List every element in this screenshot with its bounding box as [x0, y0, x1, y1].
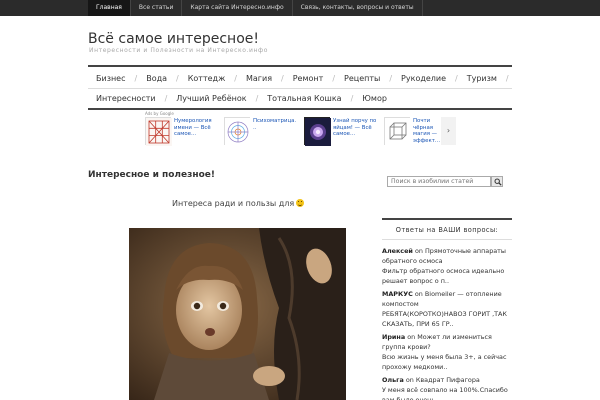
nav-item-magic[interactable]: Магия [237, 74, 281, 83]
comment-on-word: on [407, 333, 416, 341]
comment-item: Ирина on Может ли измениться группа кров… [382, 332, 514, 372]
site-title[interactable]: Всё самое интересное! [88, 31, 259, 47]
cube-icon [384, 117, 411, 146]
ad-black-magic-text[interactable]: Почти чёрная магия — эффект... [413, 118, 441, 144]
comment-on-word: on [414, 247, 423, 255]
comment-on-word: on [414, 290, 423, 298]
numerology-grid-icon [145, 117, 172, 146]
ads-by-google-label: Ads by Google [145, 111, 174, 116]
comment-author[interactable]: Ольга [382, 376, 404, 384]
nav-item-recipes[interactable]: Рецепты [335, 74, 389, 83]
comment-item: Алексей on Прямоточные аппараты обратног… [382, 246, 514, 286]
post-subtitle-text: Интереса ради и пользы для [172, 199, 295, 208]
topnav-all-articles-link[interactable]: Все статьи [131, 0, 183, 16]
comment-author[interactable]: Ирина [382, 333, 405, 341]
nav-item-cottage[interactable]: Коттедж [179, 74, 235, 83]
comment-item: МАРКУС on Biomeiler — отопление компосто… [382, 289, 514, 329]
topnav-home-link[interactable]: Главная [88, 0, 131, 16]
post-subtitle: Интереса ради и пользы для [172, 199, 305, 208]
site-description: Интересности и Полезности на Интереско.и… [89, 47, 269, 54]
comment-author[interactable]: МАРКУС [382, 290, 413, 298]
topnav-sitemap-link[interactable]: Карта сайта Интересно.инфо [182, 0, 293, 16]
nav-separator: / [505, 73, 509, 83]
nav-item-business[interactable]: Бизнес [88, 74, 135, 83]
nav-item-total-cat[interactable]: Тотальная Кошка [258, 94, 350, 103]
comment-excerpt: У меня всё совпало на 100%.Спасибо вам б… [382, 386, 508, 400]
ad-next-arrow[interactable]: › [441, 117, 456, 145]
search-icon [494, 178, 502, 186]
nav-item-interesting[interactable]: Интересности [88, 94, 165, 103]
nav-item-humor[interactable]: Юмор [353, 94, 396, 103]
comment-item: Ольга on Квадрат Пифагора У меня всё сов… [382, 375, 514, 400]
comment-excerpt: Фильтр обратного осмоса идеально решает … [382, 267, 505, 285]
recent-comments-heading: Ответы на ВАШИ вопросы: [382, 218, 512, 240]
nav-item-repair[interactable]: Ремонт [284, 74, 333, 83]
nav-item-handicraft[interactable]: Рукоделие [392, 74, 455, 83]
smiley-icon [296, 199, 305, 207]
comment-excerpt: РЕБЯТА(КОРОТКО)НАВОЗ ГОРИТ ,ТАК СКАЗАТЬ,… [382, 310, 507, 328]
top-navigation: Главная Все статьи Карта сайта Интересно… [88, 0, 423, 16]
nav-item-tourism[interactable]: Туризм [458, 74, 506, 83]
post-image-girl-photo[interactable] [129, 228, 346, 400]
search-input[interactable] [387, 176, 491, 187]
ad-psychomatrix[interactable]: Психоматрица. .. [224, 117, 300, 147]
main-nav-row-2: Интересности / Лучший Ребёнок / Тотальная … [88, 88, 512, 108]
comment-post-link[interactable]: Квадрат Пифагора [416, 376, 480, 384]
nav-item-best-child[interactable]: Лучший Ребёнок [167, 94, 255, 103]
ad-evil-eye-text[interactable]: Узнай порчу по яйцам! — Всё самое... [333, 118, 379, 138]
ad-evil-eye[interactable]: Узнай порчу по яйцам! — Всё самое... [304, 117, 380, 147]
comment-author[interactable]: Алексей [382, 247, 413, 255]
comment-excerpt: Всю жизнь у меня была 3+, а сейчас прохо… [382, 353, 507, 371]
main-navigation: Бизнес / Вода / Коттедж / Магия / Ремонт / Ре… [88, 65, 512, 110]
post-title[interactable]: Интересное и полезное! [88, 170, 215, 180]
magic-eye-icon [304, 117, 331, 146]
psychomatrix-mandala-icon [224, 117, 251, 146]
ad-numerology-text[interactable]: Нумерология имени — Всё самое... [174, 118, 220, 138]
ad-black-magic[interactable]: Почти чёрная магия — эффект... [384, 117, 441, 147]
ad-psychomatrix-text[interactable]: Психоматрица. .. [253, 118, 299, 131]
main-nav-row-1: Бизнес / Вода / Коттедж / Магия / Ремонт / Ре… [88, 68, 509, 88]
topnav-contacts-link[interactable]: Связь, контакты, вопросы и ответы [293, 0, 423, 16]
nav-item-water[interactable]: Вода [137, 74, 176, 83]
search-button[interactable] [491, 176, 503, 187]
recent-comments-list: Алексей on Прямоточные аппараты обратног… [382, 246, 514, 400]
ad-numerology[interactable]: Нумерология имени — Всё самое... [145, 117, 221, 147]
comment-on-word: on [405, 376, 414, 384]
